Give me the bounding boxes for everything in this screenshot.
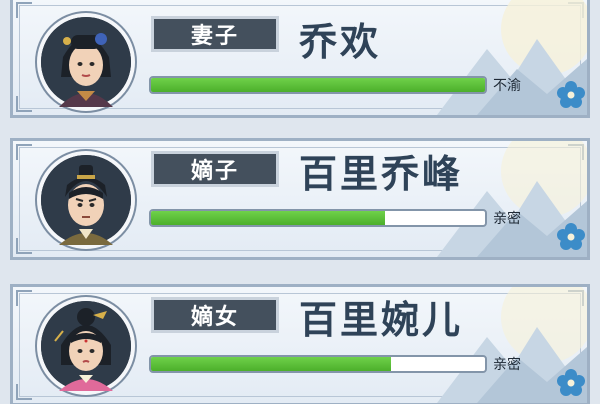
affection-status: 亲密 [493,357,521,373]
relation-plate: 嫡子 [151,151,279,187]
family-card-daughter[interactable]: 嫡女 百里婉儿 亲密 [10,284,590,404]
family-card-wife[interactable]: 妻子 乔欢 不渝 [10,0,590,118]
affection-bar [149,355,487,373]
member-name: 百里乔峰 [299,152,464,196]
flower-emblem-icon [557,369,585,396]
relation-label: 妻子 [190,24,239,49]
affection-status: 不渝 [493,78,521,94]
flower-emblem-icon [557,81,585,108]
son-portrait-icon[interactable] [37,151,135,249]
affection-bar-fill [151,211,385,225]
affection-bar-fill [151,78,485,92]
daughter-portrait-icon[interactable] [37,297,135,395]
wife-portrait-icon[interactable] [37,13,135,111]
affection-bar [149,209,487,227]
relation-plate: 嫡女 [151,297,279,333]
relation-label: 嫡子 [190,159,239,184]
affection-status: 亲密 [493,211,521,227]
family-card-son[interactable]: 嫡子 百里乔峰 亲密 [10,138,590,260]
affection-bar-fill [151,357,392,371]
member-name: 百里婉儿 [299,298,464,342]
affection-bar [149,76,487,94]
flower-emblem-icon [557,223,585,250]
relation-plate: 妻子 [151,16,279,52]
family-member-list: 妻子 乔欢 不渝 嫡子 百里乔峰 亲密 嫡女 百里婉儿 亲密 [0,0,600,404]
member-name: 乔欢 [299,20,382,64]
relation-label: 嫡女 [190,305,239,330]
